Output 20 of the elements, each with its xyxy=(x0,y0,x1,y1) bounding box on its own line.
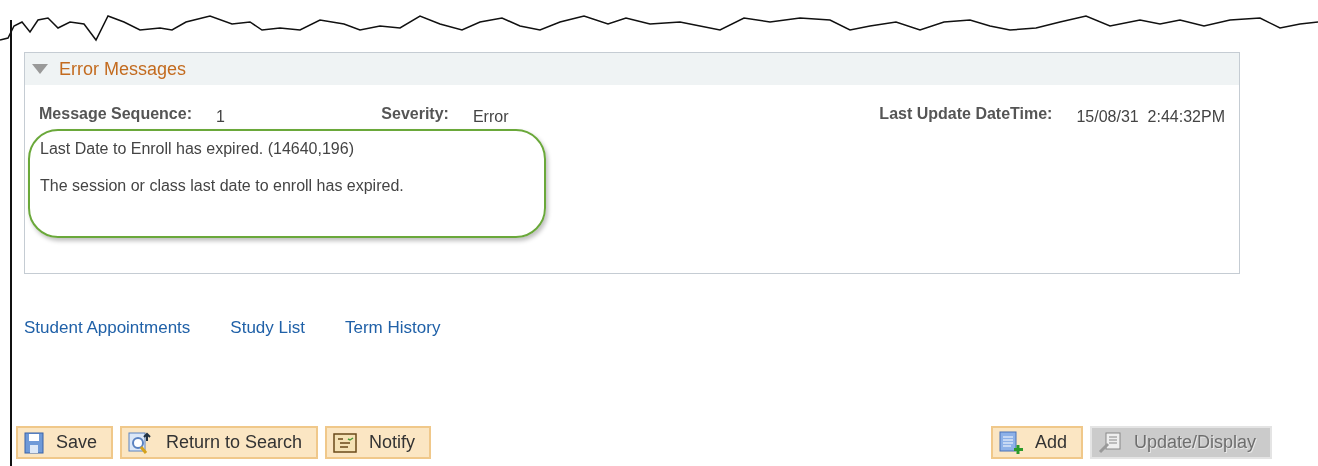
return-to-search-button[interactable]: Return to Search xyxy=(120,426,319,459)
message-text: Last Date to Enroll has expired. (14640,196) xyxy=(40,140,354,158)
collapse-triangle-icon[interactable] xyxy=(31,63,49,75)
add-button[interactable]: Add xyxy=(990,426,1083,459)
notify-button[interactable]: Notify xyxy=(325,426,432,459)
field-value: Error xyxy=(472,108,510,126)
page-link[interactable]: Student Appointments xyxy=(24,318,191,338)
field-value: 1 xyxy=(215,108,225,126)
document-pencil-icon xyxy=(1097,431,1122,454)
field-label: Last Update DateTime: xyxy=(879,105,1053,124)
field-label: Severity: xyxy=(381,105,449,124)
document-add-icon xyxy=(998,430,1023,455)
section-title: Error Messages xyxy=(59,58,187,80)
page-link[interactable]: Study List xyxy=(230,318,305,338)
field-value: 15/08/31 2:44:32PM xyxy=(1076,108,1225,126)
field-label: Message Sequence: xyxy=(39,105,192,124)
message-text: The session or class last date to enroll has expired. xyxy=(40,177,404,195)
save-button[interactable]: Save xyxy=(16,426,114,459)
note-icon xyxy=(333,432,358,453)
page-link[interactable]: Term History xyxy=(345,318,441,338)
